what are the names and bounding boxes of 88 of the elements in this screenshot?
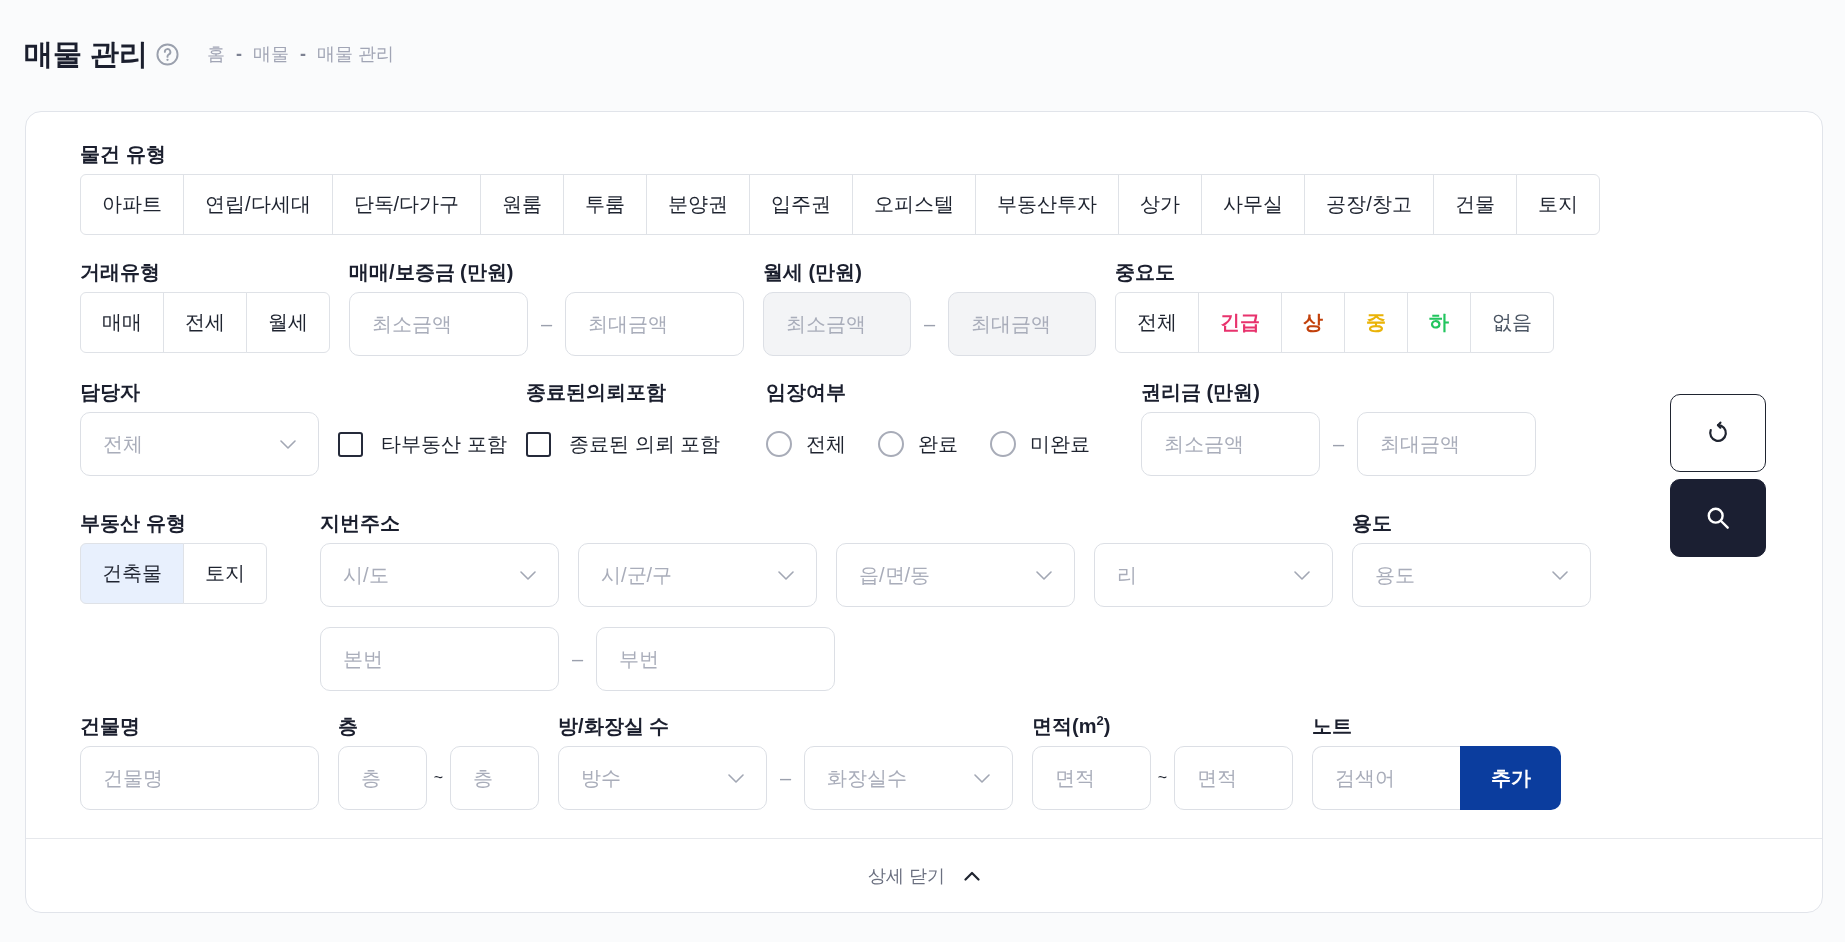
property-type-option[interactable]: 부동산투자 [975,174,1120,235]
range-separator: ~ [432,769,445,787]
property-type-option[interactable]: 투룸 [563,174,648,235]
radio-button[interactable] [766,431,792,457]
property-type-option[interactable]: 단독/다가구 [331,174,482,235]
property-type-option[interactable]: 공장/창고 [1304,174,1434,235]
chevron-down-icon [1294,570,1310,580]
amount-input[interactable]: 최소금액 [1141,412,1320,476]
radio-label[interactable]: 완료 [918,431,958,457]
field-label: 임장여부 [766,380,846,404]
area-input[interactable]: 면적 [1032,746,1151,810]
chevron-down-icon [280,439,296,449]
field-label: 건물명 [80,714,140,738]
importance-option[interactable]: 상 [1281,292,1345,353]
field-label: 지번주소 [320,511,400,535]
amount-input[interactable]: 최대금액 [1357,412,1536,476]
page-title: 매물 관리 [24,37,149,72]
breadcrumb-separator: - [300,43,307,66]
range-separator: – [922,312,937,336]
field-label: 담당자 [80,380,140,404]
range-separator: – [778,766,793,790]
breadcrumb-current: 매물 관리 [317,43,395,66]
radio-label[interactable]: 미완료 [1030,431,1090,457]
chevron-down-icon [520,570,536,580]
checkbox[interactable] [526,431,551,457]
field-label: 용도 [1352,511,1392,535]
importance-option[interactable]: 없음 [1470,292,1554,353]
radio-button[interactable] [990,431,1016,457]
field-label: 면적(m$^{2}$) [1032,714,1111,738]
property-type-option[interactable]: 토지 [1515,174,1600,235]
property-type-option[interactable]: 사무실 [1201,174,1306,235]
radio-label[interactable]: 전체 [806,431,846,457]
property-type-option[interactable]: 건물 [1432,174,1517,235]
range-separator: – [1331,432,1346,456]
range-separator: – [539,312,554,336]
floor-input[interactable]: 층 [338,746,427,810]
chevron-down-icon [778,570,794,580]
field-label: 종료된의뢰포함 [526,380,666,404]
floor-input[interactable]: 층 [450,746,539,810]
field-label: 중요도 [1115,260,1175,284]
range-separator: ~ [1156,769,1169,787]
property-type-option[interactable]: 원룸 [480,174,565,235]
amount-input[interactable]: 최대금액 [565,292,744,356]
checkbox-label[interactable]: 타부동산 포함 [381,431,507,457]
property-type-option[interactable]: 상가 [1118,174,1203,235]
field-label: 부동산 유형 [80,511,186,535]
deal-type-option[interactable]: 전세 [163,292,247,353]
chevron-down-icon [1552,570,1568,580]
field-label: 방/화장실 수 [558,714,670,738]
field-label: 권리금 (만원) [1141,380,1260,404]
lot-number-input[interactable]: 본번 [320,627,559,691]
property-type-option[interactable]: 연립/다세대 [183,174,333,235]
property-type-option[interactable]: 분양권 [646,174,751,235]
amount-input[interactable]: 최소금액 [349,292,528,356]
checkbox[interactable] [338,431,363,457]
field-label: 물건 유형 [80,142,166,166]
field-label: 노트 [1312,714,1352,738]
field-label: 월세 (만원) [763,260,862,284]
reset-button[interactable] [1670,394,1766,472]
checkbox-label[interactable]: 종료된 의뢰 포함 [569,431,721,457]
importance-option[interactable]: 전체 [1115,292,1199,353]
property-type-option[interactable]: 아파트 [80,174,184,235]
range-separator: – [570,647,585,671]
property-type-option[interactable]: 오피스텔 [852,174,977,235]
refresh-icon [1706,421,1730,445]
building-type-option[interactable]: 토지 [183,543,267,604]
breadcrumb-separator: - [236,43,243,66]
chevron-up-icon [963,870,980,881]
importance-option[interactable]: 긴급 [1198,292,1282,353]
field-label: 매매/보증금 (만원) [349,260,514,284]
building-name-input[interactable]: 건물명 [80,746,319,810]
chevron-down-icon [974,773,990,783]
collapse-toggle[interactable]: 상세 닫기 [868,857,980,894]
deal-type-option[interactable]: 매매 [80,292,164,353]
add-button[interactable]: 추가 [1460,746,1561,810]
search-icon [1706,506,1730,530]
search-button[interactable] [1670,479,1766,557]
field-label: 층 [338,714,358,738]
area-input[interactable]: 면적 [1174,746,1293,810]
chevron-down-icon [1036,570,1052,580]
property-type-option[interactable]: 입주권 [749,174,854,235]
lot-number-input[interactable]: 부번 [596,627,835,691]
building-type-option[interactable]: 건축물 [80,543,184,604]
field-label: 거래유형 [80,260,160,284]
chevron-down-icon [728,773,744,783]
radio-button[interactable] [878,431,904,457]
deal-type-option[interactable]: 월세 [246,292,330,353]
note-search-input[interactable]: 검색어 [1312,746,1460,810]
